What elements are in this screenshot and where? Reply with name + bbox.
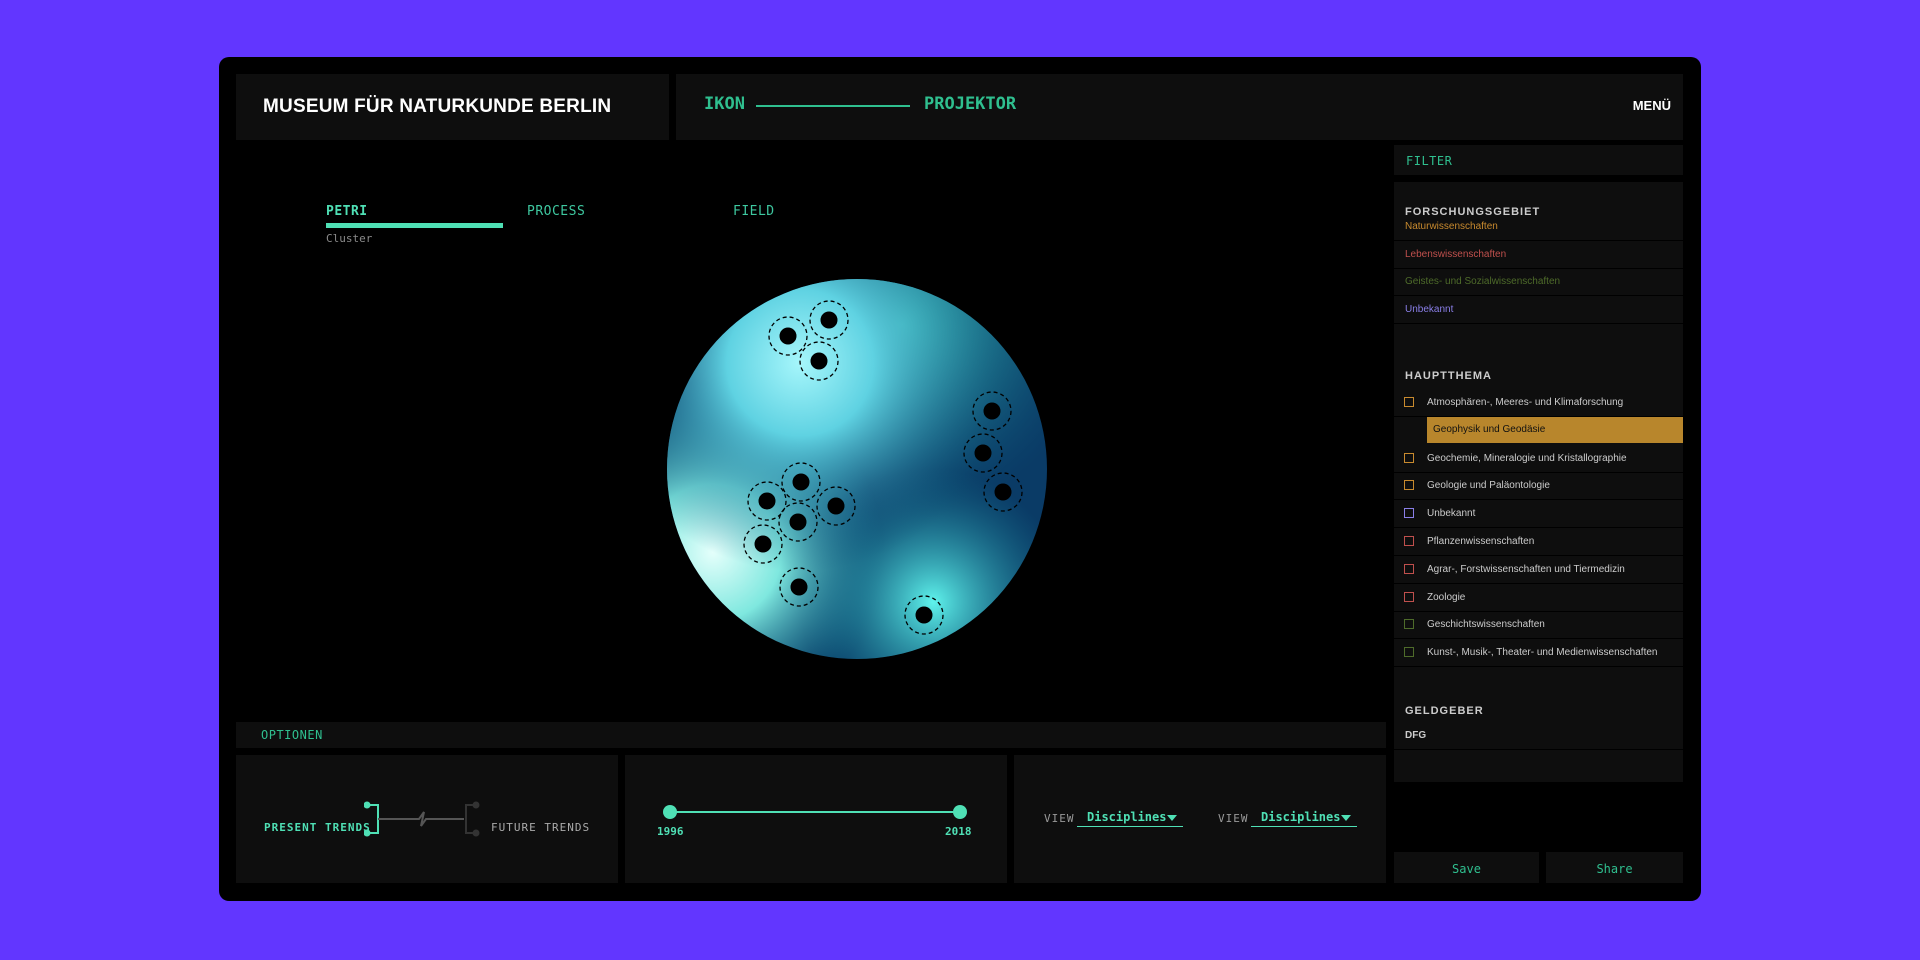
share-button[interactable]: Share xyxy=(1546,852,1683,883)
year-range-panel: 1996 2018 xyxy=(625,755,1007,883)
view-select-2-value: Disciplines xyxy=(1261,810,1341,824)
range-start-label: 1996 xyxy=(657,825,684,838)
tab-field[interactable]: FIELD xyxy=(733,204,775,219)
view-label-1: VIEW xyxy=(1044,812,1075,825)
header-logo-panel: IKON PROJEKTOR MENÜ xyxy=(676,74,1683,140)
checkbox[interactable] xyxy=(1404,619,1414,630)
page-title: MUSEUM FÜR NATURKUNDE BERLIN xyxy=(263,96,612,117)
hauptthema-item-label: Geologie und Paläontologie xyxy=(1427,480,1550,492)
trend-toggle-panel: PRESENT TRENDS FUTURE TRENDS xyxy=(236,755,618,883)
view-select-1[interactable]: Disciplines xyxy=(1077,808,1183,827)
checkbox[interactable] xyxy=(1404,647,1414,658)
tab-subtitle: Cluster xyxy=(326,232,373,245)
hauptthema-item[interactable]: Kunst-, Musik-, Theater- und Medienwisse… xyxy=(1394,639,1683,668)
hauptthema-item-label: Atmosphären-, Meeres- und Klimaforschung xyxy=(1427,397,1624,408)
hauptthema-item-label: Unbekannt xyxy=(1427,508,1476,520)
hauptthema-item[interactable]: Pflanzenwissenschaften xyxy=(1394,528,1683,556)
save-button[interactable]: Save xyxy=(1394,852,1539,883)
hauptthema-item-label: Geschichtswissenschaften xyxy=(1427,619,1545,631)
header-title-panel: MUSEUM FÜR NATURKUNDE BERLIN xyxy=(236,74,669,140)
geldgeber-heading: GELDGEBER xyxy=(1405,705,1484,717)
trend-toggle-switch[interactable] xyxy=(364,799,490,839)
petri-dish-visualization[interactable] xyxy=(667,279,1047,659)
hauptthema-item[interactable]: Agrar-, Forstwissenschaften und Tiermedi… xyxy=(1394,556,1683,584)
hauptthema-item-label: Geochemie, Mineralogie und Kristallograp… xyxy=(1427,452,1627,464)
checkbox[interactable] xyxy=(1404,452,1414,463)
forschungsgebiet-item[interactable]: Naturwissenschaften xyxy=(1394,213,1683,241)
logo-line xyxy=(756,105,910,107)
hauptthema-item-label: Geophysik und Geodäsie xyxy=(1433,423,1546,435)
filter-label: FILTER xyxy=(1406,154,1453,168)
geldgeber-item-label: DFG xyxy=(1405,730,1427,741)
hauptthema-heading: HAUPTTHEMA xyxy=(1405,370,1492,382)
hauptthema-item[interactable]: Geschichtswissenschaften xyxy=(1394,611,1683,640)
options-bar: OPTIONEN xyxy=(236,722,1386,748)
filter-sidebar: FORSCHUNGSGEBIET Naturwissenschaften Lebe… xyxy=(1394,182,1683,782)
hauptthema-item[interactable]: Zoologie xyxy=(1394,584,1683,612)
forschungsgebiet-item[interactable]: Unbekannt xyxy=(1394,296,1683,324)
forschungsgebiet-item-label: Lebenswissenschaften xyxy=(1405,248,1507,260)
hauptthema-item[interactable]: Atmosphären-, Meeres- und Klimaforschung xyxy=(1394,389,1683,417)
hauptthema-item-label: Kunst-, Musik-, Theater- und Medienwisse… xyxy=(1427,647,1658,659)
forschungsgebiet-item[interactable]: Lebenswissenschaften xyxy=(1394,241,1683,269)
hauptthema-item[interactable]: Geochemie, Mineralogie und Kristallograp… xyxy=(1394,445,1683,473)
view-label-2: VIEW xyxy=(1218,812,1249,825)
options-label: OPTIONEN xyxy=(261,728,323,742)
present-trends-option[interactable]: PRESENT TRENDS xyxy=(264,821,371,834)
forschungsgebiet-item-label: Geistes- und Sozialwissenschaften xyxy=(1405,276,1561,287)
view-select-panel: VIEW Disciplines VIEW Disciplines xyxy=(1014,755,1386,883)
filter-header: FILTER xyxy=(1394,145,1683,175)
hauptthema-item[interactable]: Geologie und Paläontologie xyxy=(1394,472,1683,501)
forschungsgebiet-item-label: Naturwissenschaften xyxy=(1405,221,1498,232)
future-trends-option[interactable]: FUTURE TRENDS xyxy=(491,821,590,834)
hauptthema-item-label: Zoologie xyxy=(1427,591,1466,603)
hauptthema-item-label: Agrar-, Forstwissenschaften und Tiermedi… xyxy=(1427,563,1625,575)
hauptthema-item-label: Pflanzenwissenschaften xyxy=(1427,536,1535,547)
share-button-label: Share xyxy=(1596,862,1633,876)
checkbox[interactable] xyxy=(1404,563,1414,574)
checkbox[interactable] xyxy=(1404,480,1414,491)
logo-projektor: PROJEKTOR xyxy=(924,94,1017,114)
active-tab-indicator xyxy=(326,223,503,228)
checkbox[interactable] xyxy=(1404,508,1414,519)
checkbox[interactable] xyxy=(1404,536,1414,546)
checkbox[interactable] xyxy=(1404,397,1414,407)
app-window: MUSEUM FÜR NATURKUNDE BERLIN IKON PROJEK… xyxy=(219,57,1701,901)
geldgeber-item[interactable]: DFG xyxy=(1394,722,1683,750)
forschungsgebiet-item[interactable]: Geistes- und Sozialwissenschaften xyxy=(1394,268,1683,296)
range-start-handle[interactable] xyxy=(663,805,677,819)
chevron-down-icon xyxy=(1167,815,1177,821)
tab-petri[interactable]: PETRI xyxy=(326,204,368,219)
range-slider-track[interactable] xyxy=(670,811,960,813)
tab-process[interactable]: PROCESS xyxy=(527,204,585,219)
menu-button[interactable]: MENÜ xyxy=(1633,98,1671,113)
checkbox[interactable] xyxy=(1404,591,1414,602)
range-end-handle[interactable] xyxy=(953,805,967,819)
save-button-label: Save xyxy=(1452,862,1481,876)
range-end-label: 2018 xyxy=(945,825,972,838)
view-select-1-value: Disciplines xyxy=(1087,810,1167,824)
hauptthema-item[interactable]: Unbekannt xyxy=(1394,500,1683,529)
view-select-2[interactable]: Disciplines xyxy=(1251,808,1357,827)
chevron-down-icon xyxy=(1341,815,1351,821)
logo-ikon: IKON xyxy=(704,94,745,114)
forschungsgebiet-item-label: Unbekannt xyxy=(1405,303,1454,315)
hauptthema-item-selected[interactable]: Geophysik und Geodäsie xyxy=(1427,416,1683,443)
